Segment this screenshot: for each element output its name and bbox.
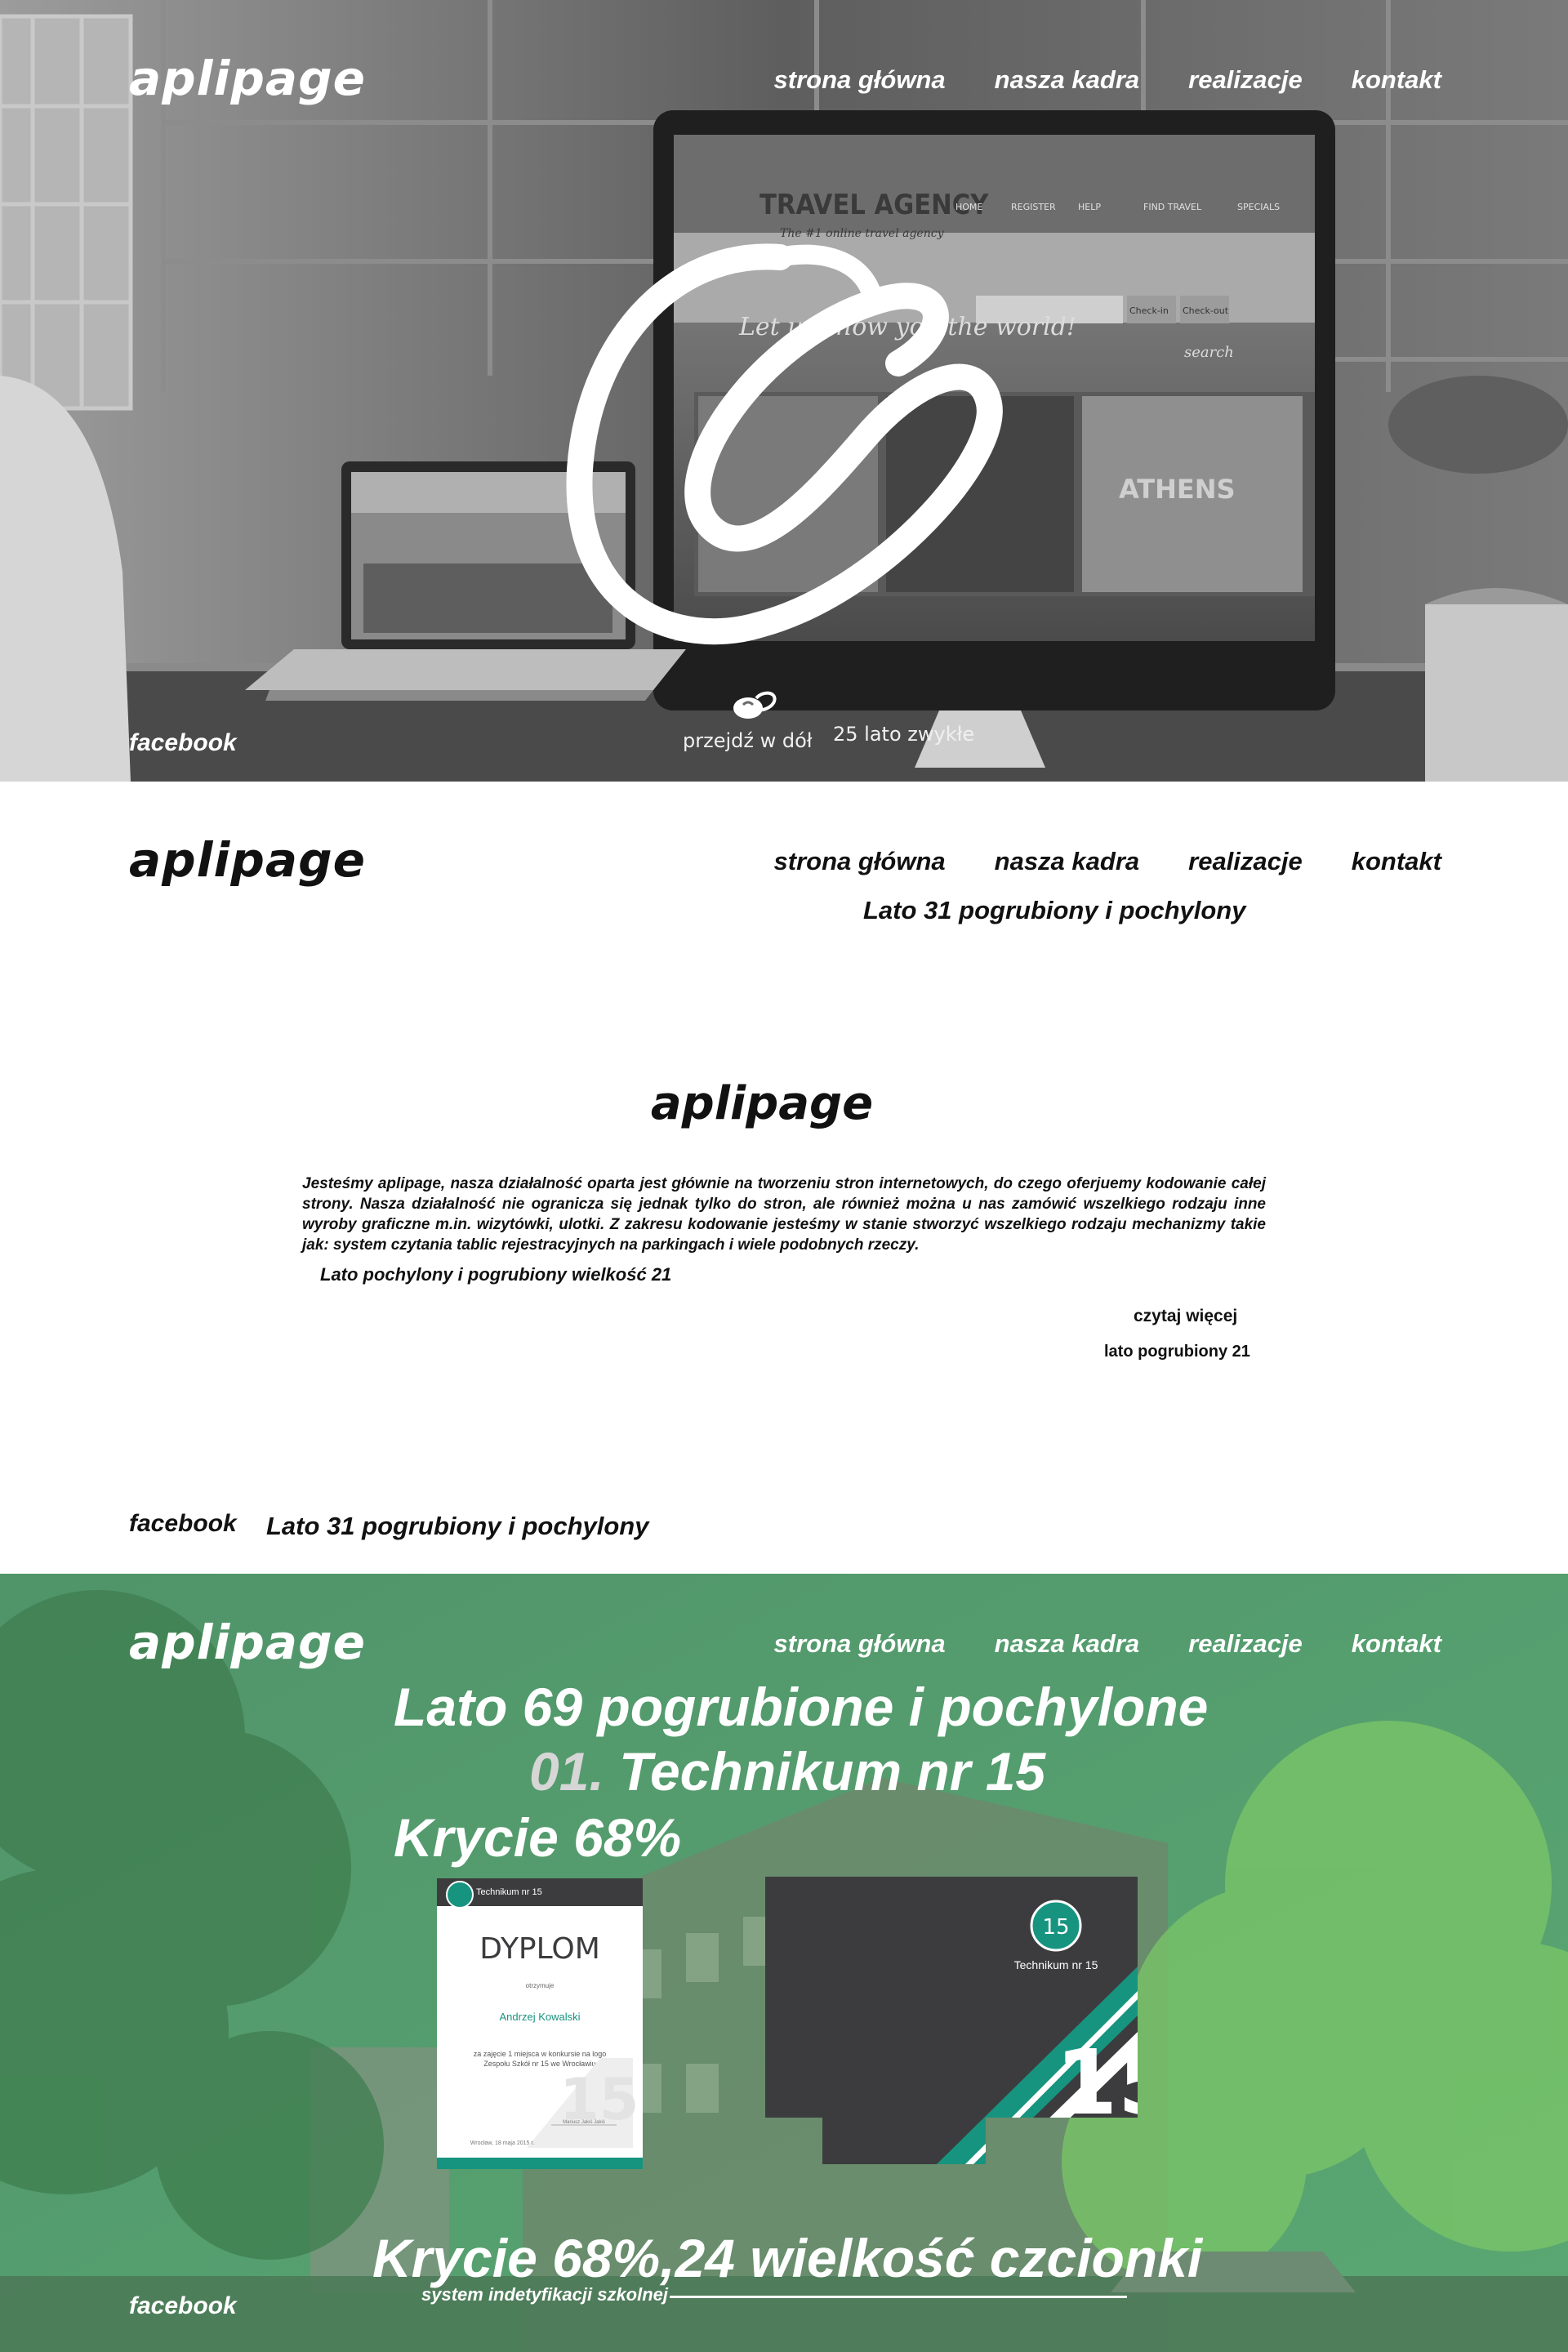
monitor-checkin: Check-in <box>1129 305 1169 316</box>
monitor-menu-home: HOME <box>956 202 982 212</box>
project-name: Technikum nr 15 <box>619 1741 1046 1802</box>
folder-school: Technikum nr 15 <box>1014 1958 1098 1971</box>
diploma-school: Technikum nr 15 <box>476 1887 542 1897</box>
monitor-checkout: Check-out <box>1183 305 1229 316</box>
project-title: 01. Technikum nr 15 <box>529 1740 1045 1802</box>
diploma-date: Wrocław, 18 maja 2015 r. <box>470 2140 535 2146</box>
nav-team[interactable]: nasza kadra <box>995 1629 1140 1659</box>
nav-home[interactable]: strona główna <box>774 65 946 95</box>
read-more-note: lato pogrubiony 21 <box>1104 1343 1250 1361</box>
about-caption: Lato pochylony i pogrubiony wielkość 21 <box>320 1264 672 1285</box>
nav-contact[interactable]: kontakt <box>1352 1629 1441 1659</box>
project-coverage: Krycie 68% <box>394 1807 682 1868</box>
monitor-menu-help: HELP <box>1078 202 1101 212</box>
logo[interactable]: aplipage <box>129 832 366 888</box>
hero-section: TRAVEL AGENCY The #1 online travel agenc… <box>0 0 1568 782</box>
project-tagline: system indetyfikacji szkolnej <box>421 2284 669 2305</box>
nav-font-note: Lato 31 pogrubiony i pochylony <box>863 896 1246 924</box>
scroll-down-label[interactable]: przejdź w dół <box>683 729 813 752</box>
nav-projects[interactable]: realizacje <box>1188 847 1303 876</box>
folder-badge-number: 15 <box>1055 2030 1138 2135</box>
monitor-menu-specials: SPECIALS <box>1237 202 1280 212</box>
facebook-link[interactable]: facebook <box>129 1510 237 1538</box>
read-more-link[interactable]: czytaj więcej <box>1134 1307 1237 1326</box>
folder-mockup[interactable]: 15 15 Technikum nr 15 <box>765 1877 1138 2164</box>
facebook-link[interactable]: facebook <box>129 729 237 757</box>
about-title: aplipage <box>650 1077 874 1130</box>
diploma-title: DYPLOM <box>479 1932 600 1966</box>
monitor-menu-register: REGISTER <box>1011 202 1056 212</box>
nav-projects[interactable]: realizacje <box>1188 1629 1303 1659</box>
nav-team[interactable]: nasza kadra <box>995 65 1140 95</box>
nav-contact[interactable]: kontakt <box>1352 847 1441 876</box>
nav-team[interactable]: nasza kadra <box>995 847 1140 876</box>
diploma-mockup[interactable]: Technikum nr 15 DYPLOM otrzymuje Andrzej… <box>437 1878 643 2169</box>
scroll-down-note: 25 lato zwykłe <box>833 723 975 746</box>
tagline-divider <box>670 2296 1127 2298</box>
facebook-link[interactable]: facebook <box>129 2292 237 2320</box>
about-section: aplipage strona główna nasza kadra reali… <box>0 782 1568 1574</box>
diploma-reason-1: za zajęcie 1 miejsca w konkursie na logo <box>474 2050 607 2058</box>
monitor-search: search <box>1184 344 1234 361</box>
about-text: Jesteśmy aplipage, nasza działalność opa… <box>302 1175 1266 1254</box>
footer-font-note: Lato 31 pogrubiony i pochylony <box>266 1512 649 1540</box>
nav-projects[interactable]: realizacje <box>1188 65 1303 95</box>
main-nav: strona główna nasza kadra realizacje kon… <box>774 65 1442 95</box>
monitor-agency-sub: The #1 online travel agency <box>780 227 945 240</box>
hero-background-image: TRAVEL AGENCY The #1 online travel agenc… <box>0 0 1568 782</box>
nav-contact[interactable]: kontakt <box>1352 65 1441 95</box>
project-bottom-heading: Krycie 68%,24 wielkość czcionki <box>372 2228 1203 2288</box>
project-number: 01. <box>529 1741 604 1802</box>
nav-home[interactable]: strona główna <box>774 1629 946 1659</box>
diploma-name: Andrzej Kowalski <box>500 2011 581 2023</box>
main-nav: strona główna nasza kadra realizacje kon… <box>774 1629 1442 1659</box>
logo[interactable]: aplipage <box>129 51 366 106</box>
main-nav: strona główna nasza kadra realizacje kon… <box>774 847 1442 876</box>
diploma-signature: Mariusz Jakiś Jakiś <box>563 2120 605 2125</box>
nav-home[interactable]: strona główna <box>774 847 946 876</box>
logo[interactable]: aplipage <box>129 1615 366 1670</box>
monitor-menu-find: FIND TRAVEL <box>1143 202 1202 212</box>
diploma-awarded: otrzymuje <box>526 1982 555 1989</box>
project-heading: Lato 69 pogrubione i pochylone <box>394 1677 1209 1737</box>
mouse-logo-icon <box>733 691 777 719</box>
svg-text:15: 15 <box>1042 1915 1069 1940</box>
monitor-city: ATHENS <box>1119 474 1236 505</box>
